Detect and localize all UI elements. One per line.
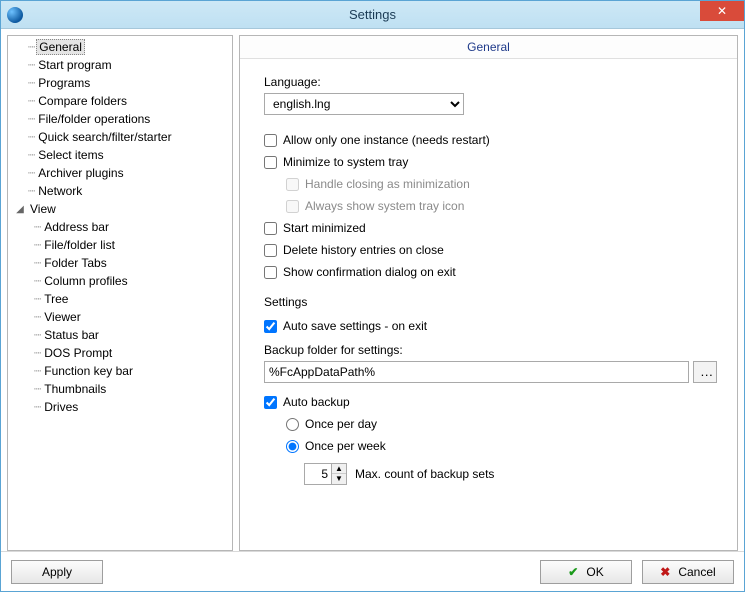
tree-item-tree[interactable]: ┈Tree — [28, 290, 232, 308]
tree-item-file-folder-list[interactable]: ┈File/folder list — [28, 236, 232, 254]
apply-button[interactable]: Apply — [11, 560, 103, 584]
checkbox-handle-close-as-min: Handle closing as minimization — [264, 173, 717, 195]
ok-button[interactable]: ✔ OK — [540, 560, 632, 584]
tree-item-folder-tabs[interactable]: ┈Folder Tabs — [28, 254, 232, 272]
panel-body: Language: english.lng Allow only one ins… — [240, 59, 737, 495]
backup-folder-input[interactable] — [264, 361, 689, 383]
spinner-down-icon[interactable]: ▼ — [332, 474, 346, 484]
checkbox-minimize-tray[interactable]: Minimize to system tray — [264, 151, 717, 173]
browse-button[interactable]: … — [693, 361, 717, 383]
nav-tree[interactable]: ┈ General ┈Start program ┈Programs ┈Comp… — [7, 35, 233, 551]
tree-item-address-bar[interactable]: ┈Address bar — [28, 218, 232, 236]
language-select[interactable]: english.lng — [264, 93, 464, 115]
checkbox-autosave[interactable]: Auto save settings - on exit — [264, 315, 717, 337]
language-label: Language: — [264, 75, 717, 89]
window-title: Settings — [1, 7, 744, 22]
settings-window: Settings ✕ ┈ General ┈Start program ┈Pro… — [0, 0, 745, 592]
settings-panel: General Language: english.lng Allow only… — [239, 35, 738, 551]
checkbox-autobackup[interactable]: Auto backup — [264, 391, 717, 413]
tree-item-column-profiles[interactable]: ┈Column profiles — [28, 272, 232, 290]
dialog-footer: Apply ✔ OK ✖ Cancel — [1, 551, 744, 591]
tree-item-general[interactable]: ┈ General — [8, 38, 232, 56]
tree-item-viewer[interactable]: ┈Viewer — [28, 308, 232, 326]
checkbox-confirm-exit[interactable]: Show confirmation dialog on exit — [264, 261, 717, 283]
max-backup-spinner[interactable]: ▲ ▼ — [304, 463, 347, 485]
checkbox-start-minimized[interactable]: Start minimized — [264, 217, 717, 239]
tree-item-status-bar[interactable]: ┈Status bar — [28, 326, 232, 344]
checkbox-delete-history[interactable]: Delete history entries on close — [264, 239, 717, 261]
tree-item-select-items[interactable]: ┈Select items — [8, 146, 232, 164]
checkbox-one-instance[interactable]: Allow only one instance (needs restart) — [264, 129, 717, 151]
settings-group-label: Settings — [264, 295, 717, 309]
tree-item-drives[interactable]: ┈Drives — [28, 398, 232, 416]
tree-item-programs[interactable]: ┈Programs — [8, 74, 232, 92]
radio-once-per-week[interactable]: Once per week — [264, 435, 717, 457]
checkbox-always-show-tray: Always show system tray icon — [264, 195, 717, 217]
close-icon: ✖ — [660, 565, 670, 579]
check-icon: ✔ — [568, 565, 578, 579]
tree-item-function-key-bar[interactable]: ┈Function key bar — [28, 362, 232, 380]
cancel-button[interactable]: ✖ Cancel — [642, 560, 734, 584]
backup-folder-label: Backup folder for settings: — [264, 343, 717, 357]
spinner-up-icon[interactable]: ▲ — [332, 464, 346, 474]
tree-item-compare-folders[interactable]: ┈Compare folders — [8, 92, 232, 110]
max-backup-label: Max. count of backup sets — [355, 467, 494, 481]
tree-item-dos-prompt[interactable]: ┈DOS Prompt — [28, 344, 232, 362]
panel-title: General — [240, 36, 737, 59]
content-area: ┈ General ┈Start program ┈Programs ┈Comp… — [1, 29, 744, 551]
tree-item-network[interactable]: ┈Network — [8, 182, 232, 200]
tree-item-view[interactable]: ◢ View — [8, 200, 232, 218]
tree-item-archiver-plugins[interactable]: ┈Archiver plugins — [8, 164, 232, 182]
tree-view-children: ┈Address bar ┈File/folder list ┈Folder T… — [8, 218, 232, 416]
tree-item-thumbnails[interactable]: ┈Thumbnails — [28, 380, 232, 398]
tree-item-start-program[interactable]: ┈Start program — [8, 56, 232, 74]
chevron-down-icon[interactable]: ◢ — [14, 204, 26, 215]
titlebar: Settings ✕ — [1, 1, 744, 29]
tree-item-quick-search[interactable]: ┈Quick search/filter/starter — [8, 128, 232, 146]
radio-once-per-day[interactable]: Once per day — [264, 413, 717, 435]
close-button[interactable]: ✕ — [700, 1, 744, 21]
tree-item-file-folder-operations[interactable]: ┈File/folder operations — [8, 110, 232, 128]
max-backup-input[interactable] — [305, 464, 331, 484]
